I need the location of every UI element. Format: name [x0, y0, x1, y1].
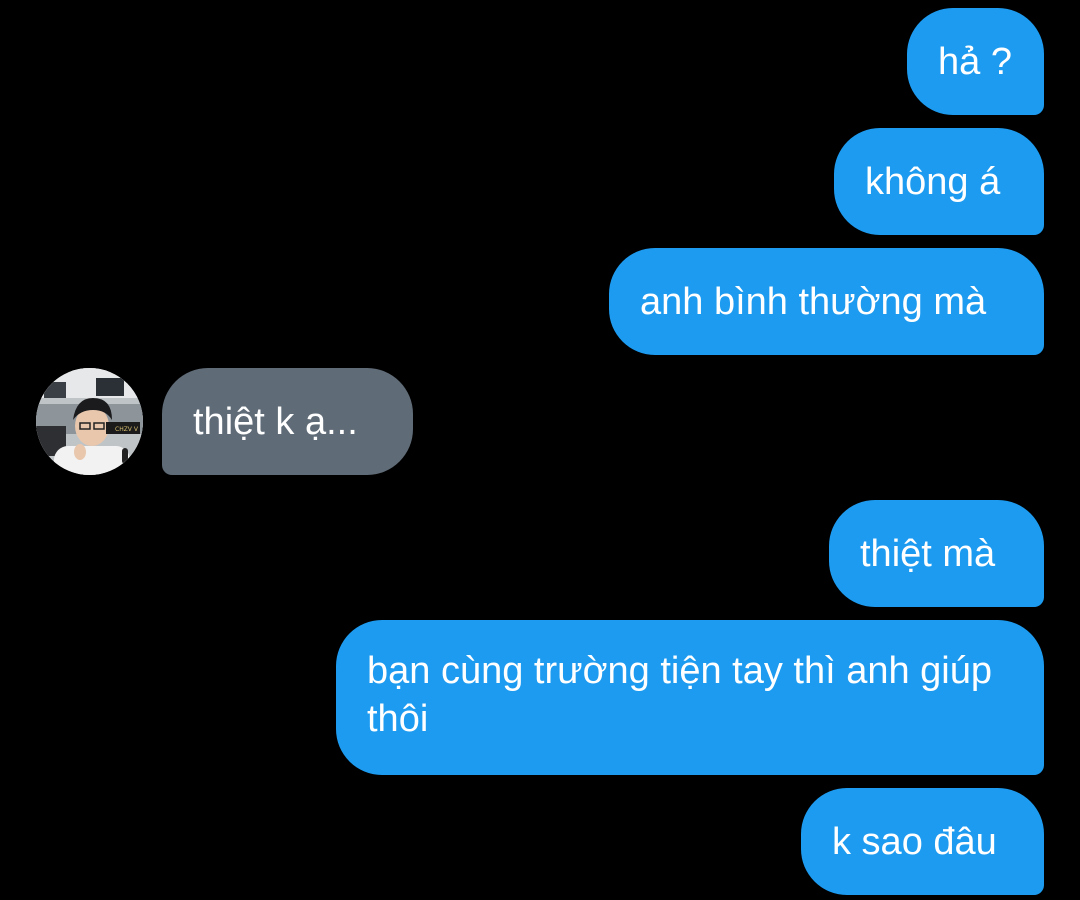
- outgoing-message[interactable]: thiệt mà: [829, 500, 1044, 607]
- message-text: hả ?: [938, 40, 1012, 83]
- message-text: bạn cùng trường tiện tay thì anh giúp th…: [367, 650, 992, 740]
- incoming-message[interactable]: thiệt k ạ...: [162, 368, 413, 475]
- avatar-overlay-text: CHZV V: [115, 426, 139, 433]
- outgoing-message[interactable]: anh bình thường mà: [609, 248, 1044, 355]
- message-text: không á: [865, 160, 1001, 203]
- contact-avatar[interactable]: CHZV V: [36, 368, 143, 475]
- outgoing-message[interactable]: k sao đâu: [801, 788, 1044, 895]
- message-text: anh bình thường mà: [640, 280, 987, 323]
- outgoing-message[interactable]: hả ?: [907, 8, 1044, 115]
- outgoing-message[interactable]: bạn cùng trường tiện tay thì anh giúp th…: [336, 620, 1044, 775]
- message-text: thiệt k ạ...: [193, 400, 358, 443]
- message-text: k sao đâu: [832, 820, 997, 863]
- message-text: thiệt mà: [860, 532, 996, 575]
- outgoing-message[interactable]: không á: [834, 128, 1044, 235]
- user-photo-avatar-icon: CHZV V: [36, 368, 143, 475]
- chat-thread: hả ? không á anh bình thường mà CHZV V t…: [0, 0, 1080, 900]
